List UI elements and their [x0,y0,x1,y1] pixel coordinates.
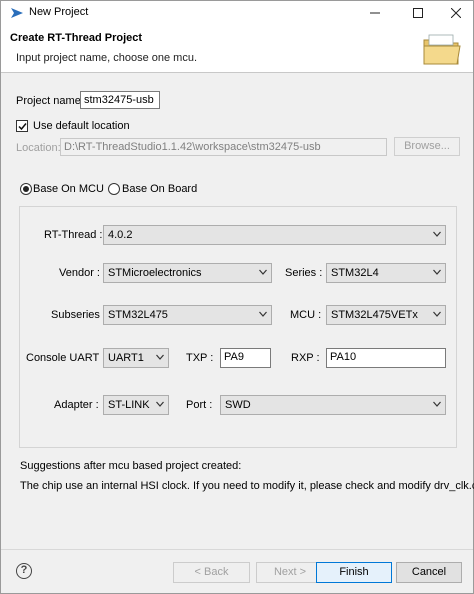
cancel-button[interactable]: Cancel [396,562,462,583]
subseries-label: Subseries : [51,309,107,321]
base-on-board-radio[interactable] [108,183,120,195]
adapter-select[interactable]: ST-LINK [103,395,169,415]
port-select[interactable]: SWD [220,395,446,415]
radio-selected-dot [23,186,29,192]
vendor-value: STMicroelectronics [108,267,202,279]
use-default-location-label: Use default location [33,120,130,132]
next-button[interactable]: Next > [256,562,324,583]
title-bar: New Project [1,1,473,25]
adapter-value: ST-LINK [108,399,150,411]
back-button[interactable]: < Back [173,562,250,583]
base-on-board-label: Base On Board [122,183,198,195]
suggestions-text: The chip use an internal HSI clock. If y… [20,480,474,492]
vendor-label: Vendor : [59,267,100,279]
rxp-input[interactable]: PA10 [326,348,446,368]
chevron-down-icon [433,311,441,317]
cancel-button-label: Cancel [411,566,447,578]
browse-button[interactable]: Browse... [394,137,460,156]
chevron-down-icon [156,354,164,360]
txp-label: TXP : [186,352,214,364]
project-name-label: Project name: [16,95,84,107]
series-select[interactable]: STM32L4 [326,263,446,283]
chevron-down-icon [259,311,267,317]
footer-separator [1,549,473,550]
finish-button-label: Finish [339,566,369,578]
location-label: Location: [16,142,61,154]
port-label: Port : [186,399,213,411]
banner-description: Input project name, choose one mcu. [16,52,197,64]
wizard-banner: Create RT-Thread Project Input project n… [1,25,473,73]
close-icon [451,8,461,18]
folder-icon [423,34,461,65]
chevron-down-icon [433,401,441,407]
adapter-label: Adapter : [54,399,99,411]
chevron-down-icon [433,269,441,275]
maximize-button[interactable] [401,1,435,25]
base-on-mcu-radio[interactable] [20,183,32,195]
subseries-select[interactable]: STM32L475 [103,305,272,325]
banner-title: Create RT-Thread Project [10,32,143,44]
txp-input[interactable]: PA9 [220,348,271,368]
console-uart-select[interactable]: UART1 [103,348,169,368]
chevron-down-icon [259,269,267,275]
rxp-label: RXP : [291,352,320,364]
close-button[interactable] [439,1,473,25]
mcu-select[interactable]: STM32L475VETx [326,305,446,325]
checkmark-icon [18,123,27,131]
chevron-down-icon [433,231,441,237]
series-label: Series : [285,267,323,279]
window-title: New Project [29,6,89,18]
chevron-down-icon [156,401,164,407]
new-project-window: New Project Create RT-Thread Project Inp… [0,0,474,594]
finish-button[interactable]: Finish [316,562,392,583]
port-value: SWD [225,399,251,411]
base-on-mcu-label: Base On MCU [33,183,104,195]
rt-thread-app-icon [11,8,23,18]
rt-thread-version-value: 4.0.2 [108,229,133,241]
suggestions-heading: Suggestions after mcu based project crea… [20,460,242,472]
console-uart-value: UART1 [108,352,144,364]
mcu-label: MCU : [290,309,322,321]
maximize-icon [413,8,423,18]
vendor-select[interactable]: STMicroelectronics [103,263,272,283]
subseries-value: STM32L475 [108,309,168,321]
console-uart-label: Console UART : [26,352,106,364]
rt-thread-label: RT-Thread : [44,229,103,241]
series-value: STM32L4 [331,267,379,279]
project-name-input[interactable]: stm32475-usb [80,91,160,109]
location-input[interactable]: D:\RT-ThreadStudio1.1.42\workspace\stm32… [60,138,387,156]
minimize-icon [370,12,380,14]
help-icon[interactable]: ? [16,563,32,579]
minimize-button[interactable] [358,1,392,25]
use-default-location-checkbox[interactable] [16,120,28,132]
rt-thread-version-select[interactable]: 4.0.2 [103,225,446,245]
mcu-value: STM32L475VETx [331,309,418,321]
back-button-label: < Back [194,566,229,578]
next-button-label: Next > [273,566,307,578]
